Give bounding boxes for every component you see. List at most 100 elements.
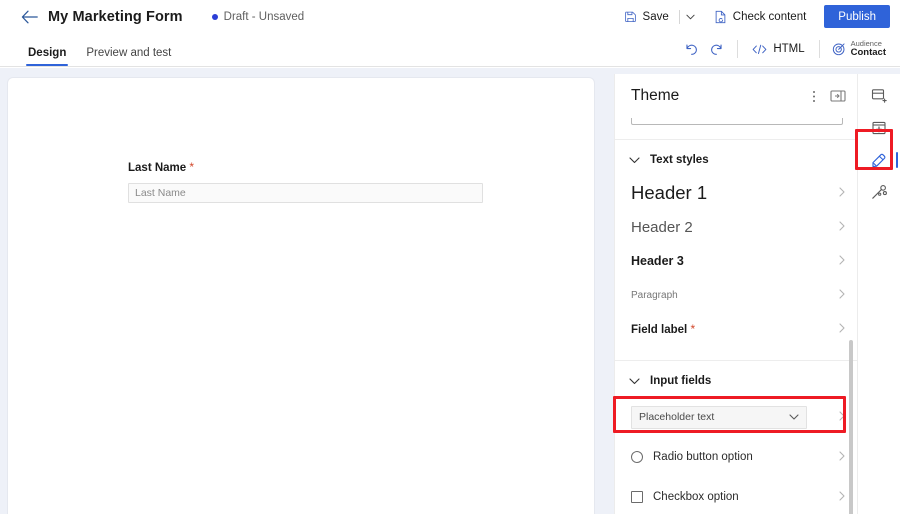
field-label-text: Last Name [128, 162, 186, 174]
theme-brush-icon [871, 152, 888, 168]
contact-label: Contact [851, 48, 886, 58]
audience-contact-labels: Audience Contact [851, 40, 886, 58]
publish-button[interactable]: Publish [824, 5, 890, 28]
section-title: Input fields [650, 375, 711, 387]
theme-select-row: None [615, 118, 858, 125]
chevron-right-icon [839, 289, 845, 302]
last-name-input[interactable]: Last Name [128, 183, 483, 203]
required-marker: * [690, 322, 695, 336]
save-label: Save [643, 11, 669, 23]
add-section-button[interactable] [864, 82, 894, 110]
html-label: HTML [773, 43, 804, 55]
toolbar-divider-1 [737, 40, 738, 58]
check-content-button[interactable]: Check content [706, 4, 815, 29]
audience-contact-button[interactable]: Audience Contact [826, 35, 892, 63]
check-content-label: Check content [733, 11, 807, 23]
style-row-radio-button-option[interactable]: Radio button option [615, 437, 858, 477]
panel-scrollbar[interactable] [849, 340, 853, 514]
tab-bar-actions: HTML Audience Contact [677, 32, 892, 66]
chevron-right-icon [839, 221, 845, 234]
theme-properties-panel: Theme [614, 74, 858, 514]
form-designer-app: My Marketing Form Draft - Unsaved Save [0, 0, 900, 514]
undo-icon [683, 42, 698, 56]
chevron-down-icon [686, 14, 695, 20]
designer-tab-bar: Design Preview and test H [0, 33, 900, 67]
tab-preview-and-test[interactable]: Preview and test [78, 33, 179, 66]
chevron-right-icon [839, 323, 845, 336]
chevron-down-icon [789, 414, 799, 420]
form-canvas[interactable]: Last Name * Last Name [8, 78, 594, 514]
toolbar-divider-2 [819, 40, 820, 58]
style-label: Header 3 [631, 254, 684, 268]
html-button[interactable]: HTML [744, 37, 812, 62]
checkbox-option-preview: Checkbox option [631, 491, 739, 503]
collapse-panel-icon [830, 90, 846, 102]
style-row-header-1[interactable]: Header 1 [615, 176, 858, 210]
add-element-icon [871, 120, 887, 136]
chevron-right-icon [839, 187, 845, 200]
checkbox-option-label: Checkbox option [653, 491, 739, 503]
more-vertical-icon [812, 89, 816, 104]
panel-collapse-button[interactable] [827, 85, 849, 107]
panel-more-options-button[interactable] [803, 85, 825, 107]
add-element-button[interactable] [864, 114, 894, 142]
style-row-checkbox-option[interactable]: Checkbox option [615, 477, 858, 514]
style-label: Header 1 [631, 182, 707, 204]
panel-content: None Text styles Header 1 [615, 118, 858, 514]
style-label: Field label * [631, 322, 695, 336]
status-dot-icon [212, 14, 218, 20]
style-row-header-3[interactable]: Header 3 [615, 244, 858, 278]
save-button[interactable]: Save [616, 4, 677, 29]
add-section-icon [871, 88, 887, 104]
top-command-bar: My Marketing Form Draft - Unsaved Save [0, 0, 900, 33]
tab-design[interactable]: Design [20, 33, 74, 66]
status-text: Draft - Unsaved [224, 11, 305, 23]
chevron-right-icon [839, 488, 845, 506]
chevron-down-icon [629, 378, 640, 385]
panel-header: Theme [615, 74, 858, 118]
placeholder-text-label: Placeholder text [639, 411, 714, 423]
chevron-right-icon [839, 448, 845, 466]
page-title: My Marketing Form [48, 9, 183, 25]
target-icon [832, 42, 846, 56]
form-field-last-name[interactable]: Last Name * Last Name [128, 160, 490, 203]
style-row-paragraph[interactable]: Paragraph [615, 278, 858, 312]
redo-button[interactable] [704, 36, 731, 62]
save-options-caret[interactable] [682, 4, 700, 29]
style-row-field-label[interactable]: Field label * [615, 312, 858, 346]
chevron-right-icon [839, 408, 845, 426]
style-row-header-2[interactable]: Header 2 [615, 210, 858, 244]
radio-unchecked-icon [631, 451, 643, 463]
status-badge: Draft - Unsaved [212, 11, 305, 23]
document-check-icon [714, 10, 727, 24]
chevron-down-icon [629, 157, 640, 164]
section-header-text-styles[interactable]: Text styles [615, 140, 858, 176]
theme-select[interactable]: None [631, 118, 843, 125]
designer-tool-rail [858, 74, 900, 514]
top-command-bar-actions: Save Check content Publish [616, 0, 890, 33]
style-row-placeholder-text[interactable]: Placeholder text [615, 397, 858, 437]
theme-select-value: None [640, 118, 668, 119]
save-split-divider [679, 10, 680, 24]
required-marker: * [189, 160, 194, 174]
field-label: Last Name * [128, 160, 490, 174]
undo-button[interactable] [677, 36, 704, 62]
back-button[interactable] [14, 2, 44, 32]
arrow-left-icon [21, 10, 38, 24]
redo-icon [710, 42, 725, 56]
code-brackets-icon [752, 44, 767, 55]
save-disk-icon [624, 10, 637, 23]
style-label: Paragraph [631, 290, 678, 301]
checkbox-unchecked-icon [631, 491, 643, 503]
styles-wand-button[interactable] [864, 178, 894, 206]
radio-option-label: Radio button option [653, 451, 753, 463]
chevron-right-icon [839, 255, 845, 268]
placeholder-text-preview[interactable]: Placeholder text [631, 406, 807, 429]
theme-button[interactable] [864, 146, 894, 174]
panel-scroll-area[interactable]: None Text styles Header 1 [615, 118, 858, 514]
section-title: Text styles [650, 154, 709, 166]
section-header-input-fields[interactable]: Input fields [615, 361, 858, 397]
styles-wand-icon [871, 184, 888, 200]
radio-option-preview: Radio button option [631, 451, 753, 463]
style-label-text: Field label [631, 324, 687, 336]
